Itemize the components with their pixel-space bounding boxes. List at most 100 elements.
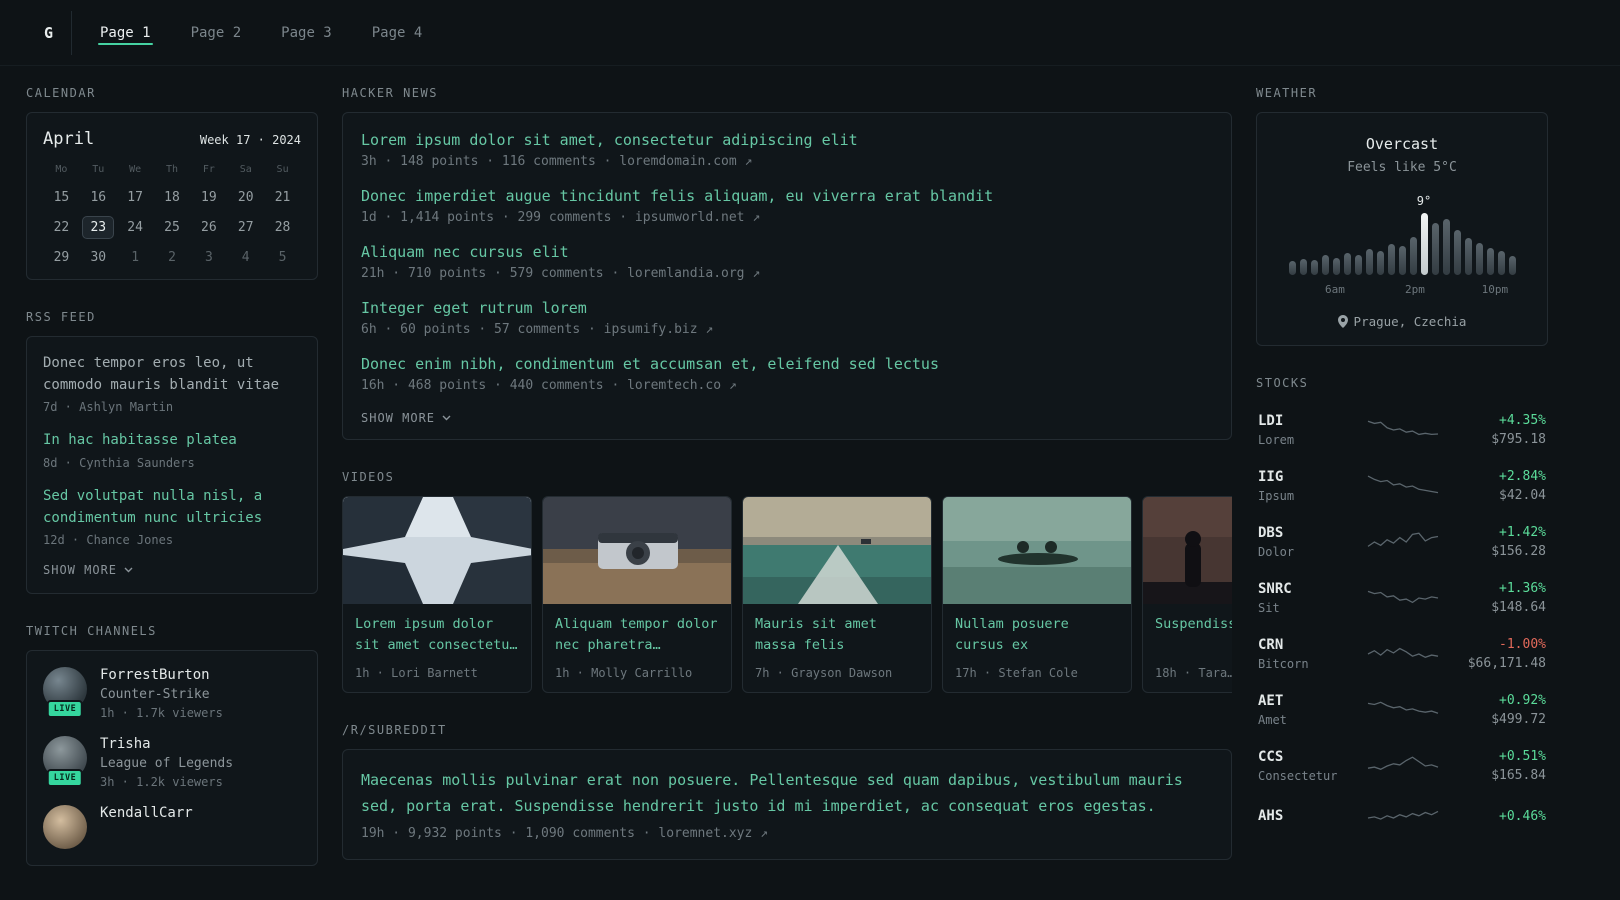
channel-game: League of Legends <box>100 756 234 772</box>
rss-item: Sed volutpat nulla nisl, a condimentum n… <box>43 486 301 547</box>
weather-feels-like: Feels like 5°C <box>1347 160 1457 175</box>
stock-price: $148.64 <box>1491 600 1546 615</box>
twitch-channel-info: KendallCarr <box>100 805 193 821</box>
stock-row[interactable]: IIG Ipsum +2.84% $42.04 <box>1256 458 1548 514</box>
hn-link[interactable]: Aliquam nec cursus elit <box>361 243 1213 261</box>
live-badge: LIVE <box>46 769 84 788</box>
tab-page-4[interactable]: Page 4 <box>370 15 425 51</box>
stock-row[interactable]: SNRC Sit +1.36% $148.64 <box>1256 570 1548 626</box>
hn-link[interactable]: Lorem ipsum dolor sit amet, consectetur … <box>361 131 1213 149</box>
stock-ticker: CCS <box>1258 749 1284 765</box>
video-info: Lorem ipsum dolor sit amet consectetu… 1… <box>343 604 531 692</box>
hour-label: 6am <box>1324 283 1345 296</box>
calendar-dow: Sa <box>239 164 252 175</box>
video-thumbnail <box>343 497 531 604</box>
twitch-widget: TWITCH CHANNELS LIVE ForrestBurton Count… <box>26 624 318 867</box>
stocks-widget-title: STOCKS <box>1256 376 1309 390</box>
stock-change: +1.36% <box>1499 581 1546 596</box>
video-card[interactable]: Mauris sit amet massa felis 7h · Grayson… <box>742 496 932 693</box>
stock-price: $499.72 <box>1491 712 1546 727</box>
stock-ticker: CRN <box>1258 637 1284 653</box>
hn-link[interactable]: Donec enim nibh, condimentum et accumsan… <box>361 355 1213 373</box>
tab-page-1[interactable]: Page 1 <box>98 15 153 51</box>
video-card[interactable]: Nullam posuere cursus ex 17h · Stefan Co… <box>942 496 1132 693</box>
video-meta: 17h · Stefan Cole <box>955 666 1078 680</box>
subreddit-widget-title: /R/SUBREDDIT <box>342 723 447 737</box>
video-info: Aliquam tempor dolor nec pharetra… 1h · … <box>543 604 731 692</box>
hackernews-card: Lorem ipsum dolor sit amet, consectetur … <box>342 112 1232 440</box>
calendar-day-next-month: 1 <box>131 250 140 265</box>
stock-change: +4.35% <box>1499 413 1546 428</box>
stock-change: +0.46% <box>1499 808 1546 824</box>
hn-item: Lorem ipsum dolor sit amet, consectetur … <box>361 131 1213 169</box>
hn-meta: 6h · 60 points · 57 comments · ipsumify.… <box>361 322 714 337</box>
calendar-dow: Tu <box>92 164 105 175</box>
calendar-day-next-month: 4 <box>241 250 250 265</box>
calendar-dow: Mo <box>55 164 68 175</box>
stock-change: -1.00% <box>1499 637 1546 652</box>
tab-page-2[interactable]: Page 2 <box>189 15 244 51</box>
calendar-card: April Week 17 · 2024 Mo Tu We Th Fr Sa S… <box>26 112 318 280</box>
rss-widget-title: RSS FEED <box>26 310 96 324</box>
calendar-dow: Su <box>276 164 289 175</box>
app-logo[interactable]: G <box>26 10 72 55</box>
right-column: WEATHER Overcast Feels like 5°C 9° 6am 2… <box>1256 86 1548 900</box>
stock-sparkline <box>1364 529 1442 555</box>
hn-show-more-button[interactable]: SHOW MORE <box>361 411 1213 425</box>
calendar-day: 21 <box>274 190 291 205</box>
post-link[interactable]: Maecenas mollis pulvinar erat non posuer… <box>361 768 1213 819</box>
stock-name: Sit <box>1258 601 1280 615</box>
stock-sparkline <box>1364 585 1442 611</box>
page-tabs: Page 1 Page 2 Page 3 Page 4 <box>98 0 424 65</box>
calendar-day: 29 <box>53 250 70 265</box>
hackernews-widget: HACKER NEWS Lorem ipsum dolor sit amet, … <box>342 86 1232 440</box>
weather-bar <box>1365 249 1373 275</box>
rss-meta: 7d · Ashlyn Martin <box>43 400 174 415</box>
stock-name: Lorem <box>1258 433 1295 447</box>
hn-meta: 3h · 148 points · 116 comments · loremdo… <box>361 154 753 169</box>
video-title: Nullam posuere cursus ex <box>955 616 1069 653</box>
stock-row[interactable]: CCS Consectetur +0.51% $165.84 <box>1256 738 1548 794</box>
calendar-widget: CALENDAR April Week 17 · 2024 Mo Tu We T… <box>26 86 318 280</box>
rss-link[interactable]: Donec tempor eros leo, ut commodo mauris… <box>43 353 301 396</box>
calendar-month: April <box>43 129 95 149</box>
stock-row[interactable]: CRN Bitcorn -1.00% $66,171.48 <box>1256 626 1548 682</box>
hn-link[interactable]: Integer eget rutrum lorem <box>361 299 1213 317</box>
hn-meta: 1d · 1,414 points · 299 comments · ipsum… <box>361 210 761 225</box>
video-thumbnail <box>1143 497 1232 604</box>
stock-name: Ipsum <box>1258 489 1295 503</box>
calendar-dow: Fr <box>202 164 215 175</box>
stock-price: $156.28 <box>1491 544 1546 559</box>
twitch-channel[interactable]: LIVE Trisha League of Legends 3h · 1.2k … <box>43 736 301 789</box>
calendar-day-next-month: 3 <box>204 250 213 265</box>
video-info: Mauris sit amet massa felis 7h · Grayson… <box>743 604 931 692</box>
calendar-dow: We <box>129 164 142 175</box>
hour-label: 2pm <box>1404 283 1425 296</box>
rss-card: Donec tempor eros leo, ut commodo mauris… <box>26 336 318 595</box>
video-card[interactable]: Aliquam tempor dolor nec pharetra… 1h · … <box>542 496 732 693</box>
stock-ticker: IIG <box>1258 469 1284 485</box>
twitch-channel[interactable]: KendallCarr <box>43 805 301 850</box>
hn-link[interactable]: Donec imperdiet augue tincidunt felis al… <box>361 187 1213 205</box>
weather-bar <box>1398 246 1406 275</box>
stock-row[interactable]: AHS +0.46% <box>1256 794 1548 842</box>
rss-show-more-button[interactable]: SHOW MORE <box>43 563 301 577</box>
stock-name: Amet <box>1258 713 1287 727</box>
channel-meta: 3h · 1.2k viewers <box>100 775 223 790</box>
stock-sparkline <box>1364 697 1442 723</box>
video-meta: 18h · Tara… <box>1155 666 1232 680</box>
stock-row[interactable]: AET Amet +0.92% $499.72 <box>1256 682 1548 738</box>
stock-row[interactable]: LDI Lorem +4.35% $795.18 <box>1256 402 1548 458</box>
stock-row[interactable]: DBS Dolor +1.42% $156.28 <box>1256 514 1548 570</box>
dashboard: CALENDAR April Week 17 · 2024 Mo Tu We T… <box>0 66 1620 900</box>
rss-link[interactable]: In hac habitasse platea <box>43 430 301 452</box>
stock-name: Dolor <box>1258 545 1295 559</box>
video-card[interactable]: Suspendisse diam 18h · Tara… <box>1142 496 1232 693</box>
twitch-channel[interactable]: LIVE ForrestBurton Counter-Strike 1h · 1… <box>43 667 301 720</box>
rss-meta: 12d · Chance Jones <box>43 533 174 548</box>
calendar-day: 16 <box>90 190 107 205</box>
video-card[interactable]: Lorem ipsum dolor sit amet consectetu… 1… <box>342 496 532 693</box>
tab-page-3[interactable]: Page 3 <box>279 15 334 51</box>
stock-price: $42.04 <box>1499 488 1546 503</box>
rss-link[interactable]: Sed volutpat nulla nisl, a condimentum n… <box>43 486 301 529</box>
